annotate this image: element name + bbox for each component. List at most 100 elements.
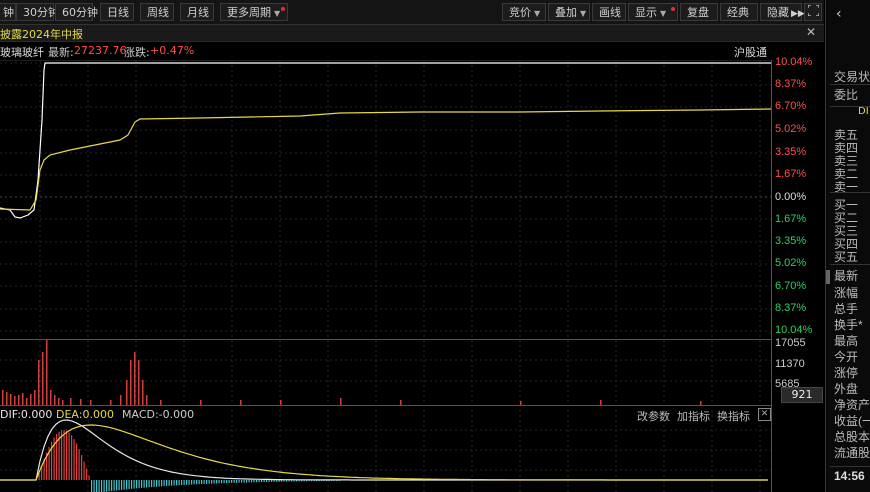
overlay-button[interactable]: 叠加 ▼ xyxy=(548,3,590,21)
auction-label: 竞价 xyxy=(509,6,531,19)
tab-title[interactable]: 披露2024年中报 xyxy=(0,26,83,42)
volume-bar xyxy=(700,401,702,405)
period-1min-button[interactable]: 钟 xyxy=(0,3,16,21)
period-30min-button[interactable]: 30分钟 xyxy=(16,3,59,21)
price-axis-label: 6.70% xyxy=(775,100,807,112)
volume-bar xyxy=(50,390,52,405)
volume-bar xyxy=(30,394,32,405)
volume-bar xyxy=(70,398,72,405)
volume-bar xyxy=(120,395,122,405)
period-60min-button[interactable]: 60分钟 xyxy=(55,3,98,21)
macd-bar xyxy=(158,480,160,487)
macd-bar xyxy=(168,480,170,486)
price-axis-label: 10.04% xyxy=(775,56,813,68)
panel-field-label: 委比 xyxy=(834,88,859,102)
panel-field-label: 涨幅 xyxy=(834,286,859,300)
add-indicator-button[interactable]: 加指标 xyxy=(677,408,710,424)
draw-line-button[interactable]: 画线 xyxy=(592,3,626,21)
macd-bar xyxy=(271,480,273,482)
macd-bar xyxy=(276,480,278,482)
hide-button[interactable]: 隐藏 ▶▶ xyxy=(760,3,805,21)
macd-bar xyxy=(218,480,220,484)
close-icon[interactable]: ✕ xyxy=(806,25,816,39)
notification-dot-icon xyxy=(281,7,285,11)
macd-bar xyxy=(236,480,238,483)
dea-value: DEA:0.000 xyxy=(56,408,114,421)
price-axis-label: 5.02% xyxy=(775,123,807,135)
market-label: 沪股通 xyxy=(734,46,767,59)
volume-bar xyxy=(58,398,60,405)
macd-bar xyxy=(113,480,115,491)
volume-bar xyxy=(280,400,282,405)
macd-bar xyxy=(78,448,80,480)
macd-bar xyxy=(268,480,270,482)
vertical-gridlines xyxy=(39,60,761,492)
panel-divider xyxy=(830,466,870,467)
replay-button[interactable]: 复盘 xyxy=(680,3,718,21)
latest-label: 最新: xyxy=(48,46,74,59)
macd-bar xyxy=(238,480,240,483)
macd-bar xyxy=(216,480,218,484)
macd-bar xyxy=(148,480,150,488)
average-price-line xyxy=(0,108,772,211)
panel-field-label: 今开 xyxy=(834,350,859,364)
fullscreen-icon xyxy=(807,4,820,17)
display-button[interactable]: 显示 ▼ xyxy=(628,3,678,21)
period-week-button[interactable]: 周线 xyxy=(140,3,174,21)
macd-bar xyxy=(133,480,135,489)
macd-bar xyxy=(186,480,188,485)
volume-bar xyxy=(520,401,522,405)
macd-bar xyxy=(173,480,175,486)
close-indicator-icon[interactable]: ✕ xyxy=(758,408,771,421)
volume-bar xyxy=(240,400,242,405)
volume-axis-label-2: 11370 xyxy=(775,358,805,370)
macd-bar xyxy=(156,480,158,487)
panel-field-label: 最高 xyxy=(834,334,859,348)
volume-bar xyxy=(26,398,28,405)
volume-bar xyxy=(18,395,20,405)
macd-bar xyxy=(66,430,68,480)
macd-bar xyxy=(246,480,248,483)
panel-field-label: 流通股 xyxy=(834,446,870,460)
period-month-button[interactable]: 月线 xyxy=(180,3,214,21)
macd-bar xyxy=(221,480,223,484)
period-day-button[interactable]: 日线 xyxy=(100,3,134,21)
macd-bar xyxy=(183,480,185,485)
macd-bar xyxy=(211,480,213,484)
classic-button[interactable]: 经典 xyxy=(720,3,758,21)
right-quote-panel: ‹ DI 交易状 委比 卖五 卖四 卖三 卖二 卖一 买一 买二 买三 买四 买五 最新 涨幅 总手 换手* 最… xyxy=(825,0,870,492)
intraday-chart[interactable]: 10.04% 8.37% 6.70% 5.02% 3.35% 1.67% 0.00% 1.67… xyxy=(0,56,823,492)
volume-bar xyxy=(130,360,132,405)
macd-bar xyxy=(243,480,245,483)
auction-button[interactable]: 竞价 ▼ xyxy=(502,3,546,21)
price-axis-label: 10.04% xyxy=(775,324,813,336)
price-axis-label: 1.67% xyxy=(775,213,807,225)
collapse-panel-icon[interactable]: ‹ xyxy=(836,6,842,22)
macd-bar xyxy=(93,480,95,492)
caret-down-icon: ▼ xyxy=(580,9,587,18)
volume-bars xyxy=(2,340,702,405)
macd-bar xyxy=(83,461,85,480)
switch-indicator-button[interactable]: 换指标 xyxy=(717,408,750,424)
macd-bar xyxy=(176,480,178,486)
macd-bar xyxy=(141,480,143,488)
macd-bar xyxy=(143,480,145,488)
fullscreen-button[interactable] xyxy=(804,3,822,21)
macd-bar xyxy=(226,480,228,484)
macd-bar xyxy=(68,432,70,480)
macd-bar xyxy=(171,480,173,486)
notification-dot-icon xyxy=(671,7,675,11)
volume-bar xyxy=(90,400,92,405)
caret-down-icon: ▼ xyxy=(534,9,541,18)
more-periods-button[interactable]: 更多周期 ▼ xyxy=(220,3,288,21)
macd-bar xyxy=(201,480,203,485)
macd-bar xyxy=(181,480,183,486)
panel-splitter-handle[interactable] xyxy=(826,270,830,284)
panel-tab[interactable]: DI xyxy=(858,106,869,117)
macd-bar xyxy=(178,480,180,486)
edit-params-button[interactable]: 改参数 xyxy=(637,408,670,424)
macd-bar xyxy=(233,480,235,483)
macd-bar xyxy=(241,480,243,483)
macd-bar xyxy=(108,480,110,492)
stock-name: 玻璃玻纤 xyxy=(0,46,44,59)
